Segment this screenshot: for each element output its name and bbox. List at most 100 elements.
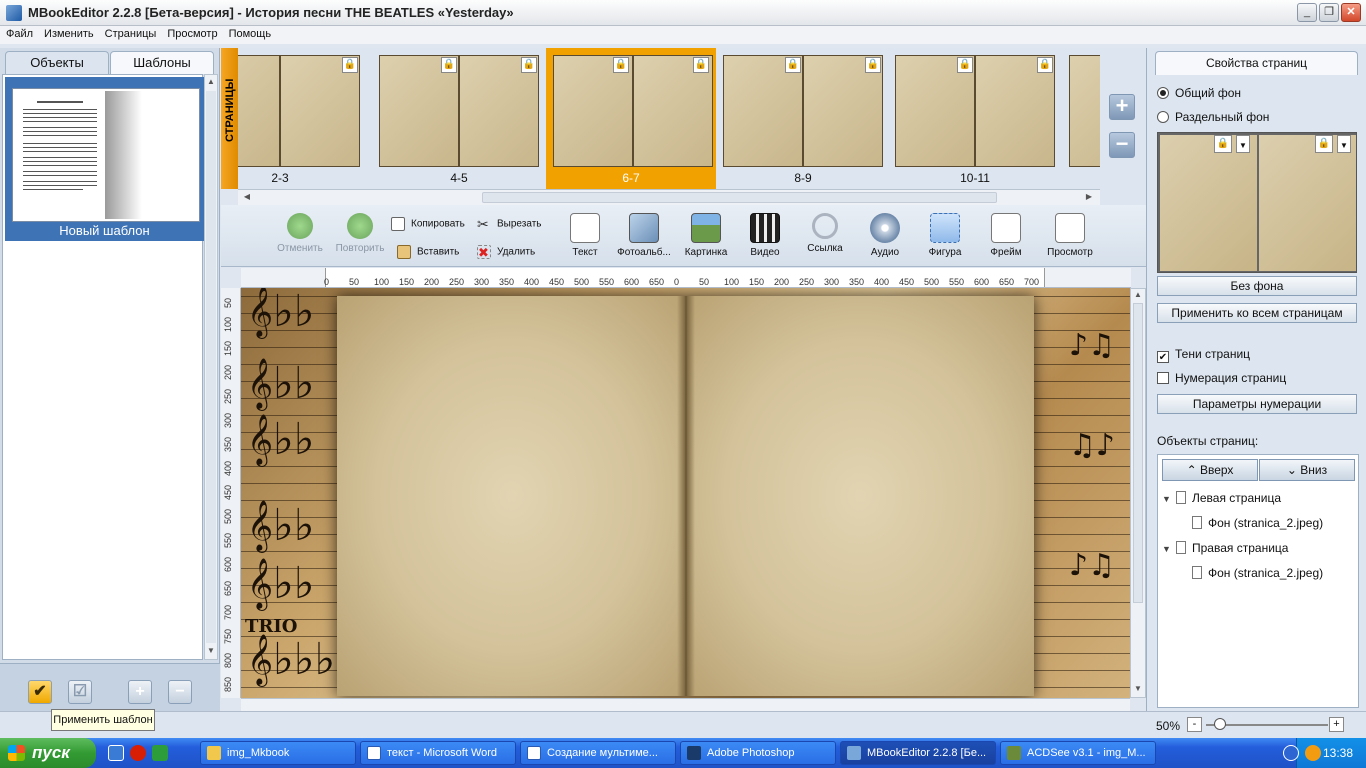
bg-separate-radio[interactable]: Раздельный фон: [1157, 110, 1269, 124]
apply-to-all-button[interactable]: Применить ко всем страницам: [1157, 303, 1357, 323]
lock-icon[interactable]: 🔒: [342, 57, 358, 73]
scroll-thumb[interactable]: [482, 192, 997, 203]
tree-item-right-bg[interactable]: Фон (stranica_2.jpeg): [1192, 566, 1323, 580]
opera-icon[interactable]: [130, 745, 146, 761]
remove-page-button[interactable]: −: [1109, 132, 1135, 158]
zoom-in-button[interactable]: +: [1329, 717, 1344, 732]
dropdown-icon[interactable]: ▼: [1236, 135, 1250, 153]
move-up-button[interactable]: ⌃ Вверх: [1162, 459, 1258, 481]
tree-item-left-page[interactable]: ▼ Левая страница: [1162, 491, 1281, 505]
apply-template-button[interactable]: ✔: [28, 680, 52, 704]
menu-view[interactable]: Просмотр: [161, 26, 222, 40]
link-tool[interactable]: Ссылка: [803, 213, 847, 254]
shape-tool[interactable]: Фигура: [923, 213, 967, 258]
app-quicklaunch-icon[interactable]: [152, 745, 168, 761]
add-template-button[interactable]: +: [128, 680, 152, 704]
lock-icon[interactable]: 🔒: [613, 57, 629, 73]
page-numbering-checkbox[interactable]: Нумерация страниц: [1157, 371, 1286, 385]
page-shadows-checkbox[interactable]: ✔ Тени страниц: [1157, 347, 1250, 363]
tree-item-right-page[interactable]: ▼ Правая страница: [1162, 541, 1288, 555]
tab-objects[interactable]: Объекты: [5, 51, 109, 74]
menu-pages[interactable]: Страницы: [99, 26, 162, 40]
page-canvas[interactable]: 𝄞♭♭ 𝄞♭♭ 𝄞♭♭ 𝄞♭♭ 𝄞♭♭ 𝄞♭♭♭ ♪♫ ♫♪ ♪♫ TRIO: [241, 288, 1130, 698]
expand-icon[interactable]: ▼: [1162, 544, 1172, 554]
maximize-button[interactable]: ❐: [1319, 3, 1339, 22]
dropdown-icon[interactable]: ▼: [1337, 135, 1351, 153]
page-spread[interactable]: 🔒 🔒 8-9: [718, 48, 888, 189]
left-scrollbar[interactable]: ▲ ▼: [204, 74, 218, 660]
page-spread[interactable]: [1064, 48, 1100, 189]
copy-button[interactable]: Копировать: [391, 217, 465, 231]
scroll-up-icon[interactable]: ▲: [206, 76, 216, 88]
bg-common-radio[interactable]: Общий фон: [1157, 86, 1241, 100]
book-spread[interactable]: [337, 296, 1034, 696]
start-button[interactable]: пуск: [0, 738, 96, 768]
tab-page-properties[interactable]: Свойства страниц: [1155, 51, 1358, 75]
menu-edit[interactable]: Изменить: [38, 26, 99, 40]
lock-icon[interactable]: 🔒: [1315, 135, 1333, 153]
undo-button[interactable]: Отменить: [273, 213, 327, 254]
canvas-horizontal-scrollbar[interactable]: [241, 698, 1130, 711]
scroll-thumb[interactable]: [206, 91, 216, 643]
lock-icon[interactable]: 🔒: [693, 57, 709, 73]
right-page[interactable]: [686, 296, 1034, 696]
frame-tool[interactable]: Фрейм: [984, 213, 1028, 258]
remove-template-button[interactable]: −: [168, 680, 192, 704]
close-button[interactable]: ✕: [1341, 3, 1361, 22]
page-spread[interactable]: 🔒 2-3: [238, 48, 365, 189]
move-down-button[interactable]: ⌄ Вниз: [1259, 459, 1355, 481]
scroll-down-icon[interactable]: ▼: [1133, 683, 1143, 695]
menu-help[interactable]: Помощь: [223, 26, 277, 40]
apply-template-alt-button[interactable]: ☑: [68, 680, 92, 704]
vertical-ruler: 50 100 150 200 250 300 350 400 450 500 550 600 650 70…: [221, 288, 241, 698]
tray-app-icon[interactable]: [1305, 745, 1321, 761]
lock-icon[interactable]: 🔒: [1037, 57, 1053, 73]
task-mbookeditor[interactable]: MBookEditor 2.2.8 [Бе...: [840, 741, 996, 765]
scroll-up-icon[interactable]: ▲: [1133, 289, 1143, 301]
numbering-params-button[interactable]: Параметры нумерации: [1157, 394, 1357, 414]
page-spread-selected[interactable]: 🔒 🔒 6-7: [546, 48, 716, 189]
tray-back-icon[interactable]: [1283, 745, 1299, 761]
page-spread[interactable]: 🔒 🔒 10-11: [890, 48, 1060, 189]
audio-tool[interactable]: Аудио: [864, 213, 906, 258]
no-background-button[interactable]: Без фона: [1157, 276, 1357, 296]
task-acdsee[interactable]: ACDSee v3.1 - img_M...: [1000, 741, 1156, 765]
preview-tool[interactable]: Просмотр: [1043, 213, 1097, 258]
paste-button[interactable]: Вставить: [397, 245, 459, 259]
tab-templates[interactable]: Шаблоны: [110, 51, 214, 74]
scroll-down-icon[interactable]: ▼: [206, 645, 216, 657]
tree-item-left-bg[interactable]: Фон (stranica_2.jpeg): [1192, 516, 1323, 530]
canvas-vertical-scrollbar[interactable]: ▲ ▼: [1130, 288, 1146, 698]
lock-icon[interactable]: 🔒: [1214, 135, 1232, 153]
scroll-thumb[interactable]: [1133, 303, 1143, 603]
task-word-2[interactable]: Создание мультиме...: [520, 741, 676, 765]
cut-button[interactable]: ✂ Вырезать: [477, 217, 541, 231]
text-tool[interactable]: Текст: [563, 213, 607, 258]
delete-button[interactable]: ✖ Удалить: [477, 245, 535, 260]
task-img-mkbook[interactable]: img_Mkbook: [200, 741, 356, 765]
zoom-slider-handle[interactable]: [1214, 718, 1226, 730]
expand-icon[interactable]: ▼: [1162, 494, 1172, 504]
pages-scrollbar[interactable]: ◀ ▶: [238, 189, 1100, 205]
zoom-out-button[interactable]: -: [1187, 717, 1202, 732]
ie-icon[interactable]: [108, 745, 124, 761]
template-item[interactable]: Новый шаблон: [5, 77, 204, 241]
photoalbum-tool[interactable]: Фотоальб...: [614, 213, 674, 258]
page-spread[interactable]: 🔒 🔒 4-5: [374, 48, 544, 189]
task-photoshop[interactable]: Adobe Photoshop: [680, 741, 836, 765]
lock-icon[interactable]: 🔒: [957, 57, 973, 73]
redo-button[interactable]: Повторить: [332, 213, 388, 254]
left-page[interactable]: [337, 296, 686, 696]
add-page-button[interactable]: +: [1109, 94, 1135, 120]
task-word[interactable]: текст - Microsoft Word: [360, 741, 516, 765]
lock-icon[interactable]: 🔒: [865, 57, 881, 73]
lock-icon[interactable]: 🔒: [785, 57, 801, 73]
lock-icon[interactable]: 🔒: [441, 57, 457, 73]
video-tool[interactable]: Видео: [744, 213, 786, 258]
scroll-right-icon[interactable]: ▶: [1084, 191, 1094, 203]
lock-icon[interactable]: 🔒: [521, 57, 537, 73]
picture-tool[interactable]: Картинка: [681, 213, 731, 258]
minimize-button[interactable]: _: [1297, 3, 1317, 22]
scroll-left-icon[interactable]: ◀: [242, 191, 252, 203]
menu-file[interactable]: Файл: [0, 26, 38, 40]
